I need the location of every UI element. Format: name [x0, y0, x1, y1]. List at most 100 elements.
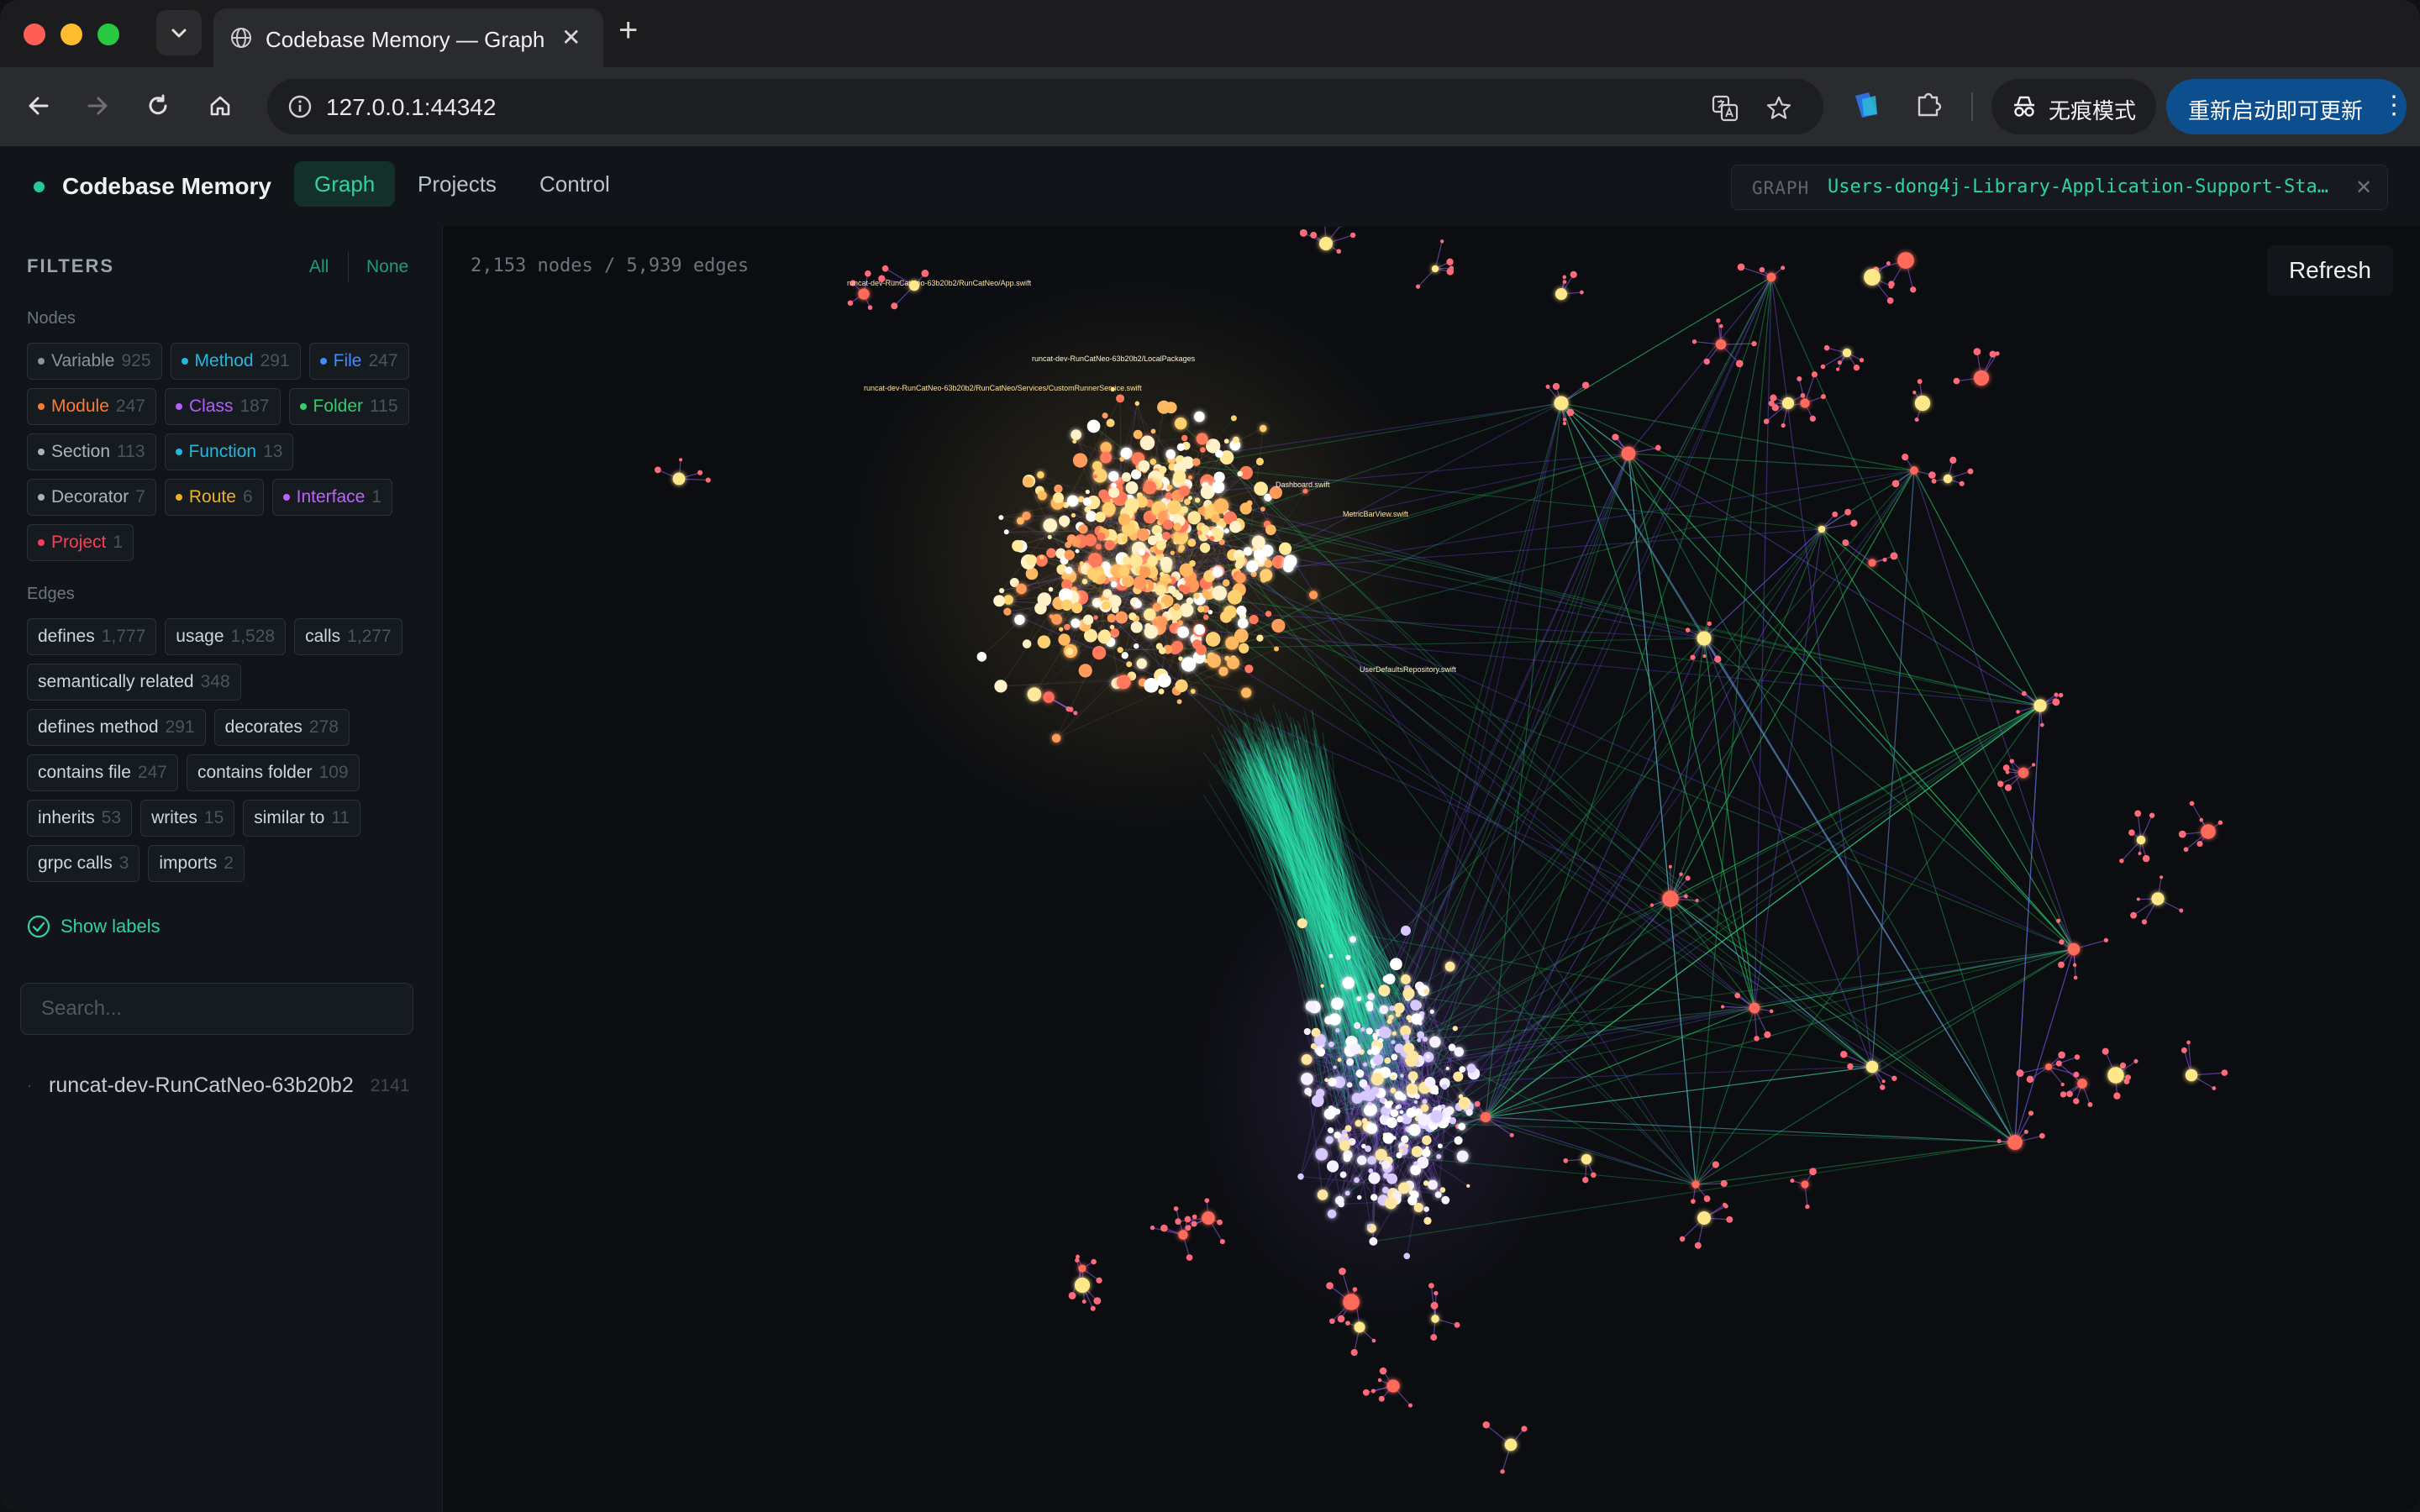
graph-node[interactable] [1372, 1032, 1378, 1039]
graph-node[interactable] [1194, 411, 1205, 423]
graph-node[interactable] [1591, 1172, 1597, 1179]
graph-node[interactable] [2102, 1047, 2109, 1055]
graph-node[interactable] [705, 477, 711, 483]
graph-node[interactable] [1781, 423, 1786, 428]
graph-node[interactable] [1043, 691, 1055, 703]
graph-node[interactable] [2021, 690, 2027, 696]
translate-icon[interactable] [1711, 94, 1739, 123]
graph-node[interactable] [1474, 1100, 1481, 1107]
graph-node[interactable] [867, 305, 873, 310]
graph-node[interactable] [1386, 1018, 1392, 1024]
graph-node[interactable] [1914, 417, 1919, 423]
graph-node[interactable] [1253, 549, 1265, 560]
graph-node[interactable] [1370, 1046, 1381, 1056]
graph-node[interactable] [1053, 492, 1064, 504]
graph-node[interactable] [2183, 847, 2189, 853]
graph-node[interactable] [1326, 1282, 1334, 1289]
graph-node[interactable] [1265, 524, 1276, 536]
graph-node[interactable] [1184, 498, 1191, 506]
graph-node[interactable] [1064, 623, 1071, 631]
graph-node[interactable] [1185, 1225, 1192, 1231]
graph-node[interactable] [1071, 512, 1076, 518]
graph-node[interactable] [1420, 1104, 1429, 1112]
graph-node[interactable] [1973, 348, 1981, 355]
graph-node[interactable] [2031, 763, 2036, 767]
graph-node[interactable] [1581, 1153, 1592, 1165]
graph-node[interactable] [1124, 497, 1139, 512]
graph-node[interactable] [1176, 443, 1186, 452]
graph-node[interactable] [2107, 1067, 2124, 1084]
graph-node[interactable] [1422, 1148, 1431, 1158]
graph-node[interactable] [2134, 810, 2142, 817]
graph-node[interactable] [1431, 1315, 1439, 1323]
graph-node[interactable] [1100, 451, 1112, 464]
graph-node[interactable] [1697, 631, 1712, 646]
graph-node[interactable] [1363, 1089, 1376, 1102]
graph-node[interactable] [1837, 360, 1842, 365]
graph-node[interactable] [1081, 1299, 1086, 1305]
graph-node[interactable] [1166, 485, 1173, 491]
graph-node[interactable] [1237, 470, 1243, 477]
graph-node[interactable] [1003, 607, 1012, 616]
graph-node[interactable] [1797, 376, 1802, 382]
graph-node[interactable] [1174, 417, 1187, 430]
graph-node[interactable] [1695, 898, 1699, 903]
graph-node[interactable] [1315, 1147, 1328, 1161]
graph-node[interactable] [1371, 1338, 1376, 1343]
graph-node[interactable] [1205, 632, 1221, 647]
graph-node[interactable] [1562, 280, 1567, 284]
graph-node[interactable] [1058, 633, 1071, 646]
edge-filter-chip[interactable]: defines method 291 [27, 709, 206, 746]
graph-node[interactable] [1425, 1054, 1430, 1059]
graph-node[interactable] [1366, 1123, 1377, 1135]
graph-node[interactable] [1989, 350, 1996, 358]
graph-node[interactable] [1102, 412, 1108, 419]
graph-node[interactable] [2128, 829, 2135, 837]
graph-node[interactable] [1770, 394, 1777, 402]
graph-node[interactable] [1039, 554, 1044, 560]
graph-node[interactable] [2002, 764, 2010, 771]
graph-node[interactable] [1337, 1058, 1342, 1063]
graph-node[interactable] [2141, 919, 2148, 925]
graph-node[interactable] [1176, 592, 1183, 601]
graph-node[interactable] [1086, 567, 1101, 580]
graph-node[interactable] [1233, 436, 1239, 444]
graph-node[interactable] [1458, 1122, 1466, 1131]
graph-node[interactable] [1458, 1094, 1464, 1099]
graph-node[interactable] [1407, 1195, 1418, 1206]
graph-node[interactable] [998, 515, 1004, 520]
graph-node[interactable] [1087, 553, 1102, 567]
clear-graph-icon[interactable]: ✕ [2355, 176, 2372, 200]
graph-node[interactable] [1197, 507, 1206, 515]
info-icon[interactable] [287, 94, 313, 119]
graph-node[interactable] [1139, 435, 1155, 451]
graph-node[interactable] [1328, 1077, 1337, 1087]
graph-node[interactable] [1943, 474, 1953, 484]
graph-node[interactable] [1446, 258, 1454, 266]
graph-node[interactable] [1996, 1138, 2002, 1144]
graph-node[interactable] [1102, 589, 1113, 598]
graph-node[interactable] [1434, 1290, 1439, 1296]
graph-node[interactable] [1509, 1132, 1514, 1137]
graph-node[interactable] [1399, 1110, 1404, 1115]
graph-node[interactable] [1122, 575, 1134, 587]
graph-node[interactable] [1465, 1109, 1473, 1116]
graph-node[interactable] [1223, 438, 1229, 444]
graph-node[interactable] [1823, 344, 1830, 351]
graph-node[interactable] [654, 466, 661, 474]
graph-node[interactable] [1181, 434, 1188, 442]
graph-node[interactable] [1839, 1051, 1848, 1058]
graph-node[interactable] [1726, 1215, 1733, 1223]
graph-node[interactable] [1324, 1016, 1334, 1025]
graph-node[interactable] [1068, 1292, 1076, 1299]
node-filter-chip[interactable]: Module 247 [27, 388, 156, 425]
graph-node[interactable] [1428, 1179, 1438, 1190]
graph-node[interactable] [1953, 377, 1960, 385]
graph-node[interactable] [1071, 602, 1083, 614]
graph-node[interactable] [1334, 1108, 1341, 1115]
graph-node[interactable] [1166, 500, 1181, 515]
graph-node[interactable] [1100, 442, 1112, 454]
graph-node[interactable] [1118, 565, 1129, 576]
graph-node[interactable] [1078, 664, 1092, 678]
graph-node[interactable] [1224, 528, 1229, 533]
